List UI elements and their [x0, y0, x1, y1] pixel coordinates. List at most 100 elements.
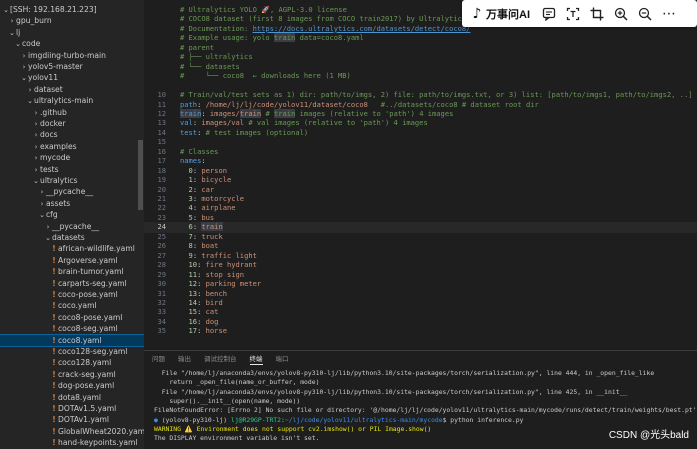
folder-item[interactable]: › imgdiing-turbo-main — [0, 50, 144, 62]
folder-item[interactable]: › __pycache__ — [0, 221, 144, 233]
folder-item[interactable]: ⌄ultralytics-main — [0, 95, 144, 107]
panel-tab[interactable]: 输出 — [178, 353, 191, 365]
file-item[interactable]: ! GlobalWheat2020.yaml — [0, 426, 144, 438]
code-token: : — [197, 260, 206, 270]
code-token: /home/lj/lj/code/yolov11/dataset/coco8 — [205, 99, 368, 109]
file-item[interactable]: ! coco128.yaml — [0, 357, 144, 369]
file-item[interactable]: ! carparts-seg.yaml — [0, 278, 144, 290]
tree-item-label: brain-tumor.yaml — [58, 267, 124, 277]
code-token: motorcycle — [201, 194, 245, 203]
code-token: cat — [205, 307, 219, 317]
folder-item[interactable]: › docker — [0, 118, 144, 130]
code-token: test — [180, 127, 198, 137]
code-token: 9 — [180, 250, 193, 260]
terminal-line: File "/home/lj/anaconda3/envs/yolov8-py3… — [154, 369, 655, 378]
sidebar-scrollbar[interactable] — [138, 140, 143, 210]
panel-tab[interactable]: 问题 — [152, 353, 165, 365]
file-item[interactable]: ! dota8.yaml — [0, 392, 144, 404]
file-item[interactable]: ! brain-tumor.yaml — [0, 266, 144, 278]
code-line[interactable]: 35 17: horse — [144, 326, 697, 336]
tree-item-label: lj — [16, 27, 21, 37]
code-token: # — [261, 108, 274, 118]
panel-tab[interactable]: 端口 — [276, 353, 289, 365]
code-token: boat — [201, 241, 219, 251]
tree-item-label: hand-keypoints.yaml — [58, 438, 138, 448]
terminal-line: File "/home/lj/anaconda3/envs/yolov8-py3… — [154, 388, 628, 397]
code-token: # Classes — [180, 146, 219, 156]
file-item[interactable]: ! coco8-seg.yaml — [0, 323, 144, 335]
folder-item[interactable]: ⌄yolov11 — [0, 72, 144, 84]
panel-tabs: 问题 输出 调试控制台 终端 端口 — [152, 353, 302, 365]
terminal-line: WARNING ⚠️ Environment does not support … — [154, 425, 431, 434]
yaml-file-icon: ! — [52, 312, 56, 322]
file-item[interactable]: ! coco128-seg.yaml — [0, 346, 144, 358]
folder-item[interactable]: ⌄ultralytics — [0, 175, 144, 187]
code-token: 15 — [180, 307, 198, 317]
tree-item-label: docker — [40, 119, 66, 128]
folder-item[interactable]: ⌄cfg — [0, 209, 144, 221]
file-item[interactable]: ! DOTAv1.yaml — [0, 414, 144, 426]
file-item[interactable]: ! Argoverse.yaml — [0, 255, 144, 267]
code-token: : — [197, 316, 206, 326]
terminal-token: FileNotFoundError: [Errno 2] No such fil… — [154, 406, 697, 415]
ai-logo-icon[interactable]: ♪ — [468, 5, 486, 23]
file-item[interactable]: ! coco8.yaml — [0, 333, 144, 348]
line-number: 35 — [157, 326, 166, 336]
code-token: bird — [205, 297, 223, 307]
code-token: train — [180, 108, 202, 118]
folder-item[interactable]: › tests — [0, 164, 144, 176]
file-item[interactable]: ! dog-pose.yaml — [0, 380, 144, 392]
folder-item[interactable]: ⌄datasets — [0, 232, 144, 244]
code-token: stop sign — [205, 269, 245, 279]
ai-label[interactable]: 万事问AI — [486, 6, 530, 22]
zoom-out-icon[interactable] — [634, 3, 656, 25]
terminal-token: super().__init__(open(name, mode)) — [154, 396, 301, 405]
folder-item[interactable]: ⌄code — [0, 38, 144, 50]
file-item[interactable]: ! hand-keypoints.yaml — [0, 437, 144, 449]
folder-item[interactable]: › dataset — [0, 84, 144, 96]
code-token: val — [180, 118, 193, 128]
tree-item-label: examples — [40, 141, 77, 151]
folder-item[interactable]: › yolov5-master — [0, 61, 144, 73]
folder-item[interactable]: › .github — [0, 107, 144, 119]
yaml-file-icon: ! — [52, 290, 56, 299]
folder-item[interactable]: ⌄lj — [0, 27, 144, 39]
more-icon[interactable]: ⋯ — [658, 3, 680, 25]
tree-item-label: coco128.yaml — [58, 358, 112, 368]
message-icon[interactable] — [538, 3, 560, 25]
code-token: bicycle — [201, 175, 232, 185]
panel-tab[interactable]: 终端 — [249, 353, 263, 365]
tree-item-label: crack-seg.yaml — [58, 369, 116, 379]
panel-tab[interactable]: 调试控制台 — [204, 353, 237, 365]
yaml-file-icon: ! — [52, 415, 56, 425]
terminal-line: The DISPLAY environment variable isn't s… — [154, 434, 319, 443]
zoom-in-icon[interactable] — [610, 3, 632, 25]
code-editor[interactable]: # Ultralytics YOLO 🚀, AGPL-3.0 license # … — [144, 0, 697, 350]
code-token: 16 — [180, 316, 198, 326]
code-token: : — [197, 288, 206, 298]
folder-item[interactable]: › __pycache__ — [0, 186, 144, 198]
text-extract-icon[interactable] — [562, 3, 584, 25]
file-item[interactable]: ! african-wildlife.yaml — [0, 243, 144, 255]
folder-item[interactable]: › mycode — [0, 152, 144, 164]
folder-item[interactable]: ⌄[SSH: 192.168.21.223] — [0, 4, 144, 16]
file-item[interactable]: ! coco8-pose.yaml — [0, 312, 144, 324]
code-token: # Train/val/test sets as 1) dir: path/to… — [180, 90, 693, 100]
file-item[interactable]: ! crack-seg.yaml — [0, 369, 144, 381]
code-token: parking meter — [205, 279, 262, 289]
file-item[interactable]: ! DOTAv1.5.yaml — [0, 403, 144, 415]
folder-item[interactable]: › docs — [0, 129, 144, 141]
file-item[interactable]: ! coco-pose.yaml — [0, 289, 144, 301]
yaml-file-icon: ! — [52, 426, 56, 436]
folder-item[interactable]: › gpu_burn — [0, 15, 144, 27]
crop-icon[interactable] — [586, 3, 608, 25]
code-token: 17 — [180, 326, 198, 336]
yaml-file-icon: ! — [52, 255, 56, 265]
file-item[interactable]: ! coco.yaml — [0, 300, 144, 312]
yaml-file-icon: ! — [52, 244, 56, 254]
folder-item[interactable]: › examples — [0, 141, 144, 153]
folder-item[interactable]: › assets — [0, 198, 144, 210]
code-token: : — [197, 307, 206, 317]
code-token: person — [201, 165, 227, 175]
terminal-token: (yolov8-py310-lj) — [161, 415, 231, 424]
